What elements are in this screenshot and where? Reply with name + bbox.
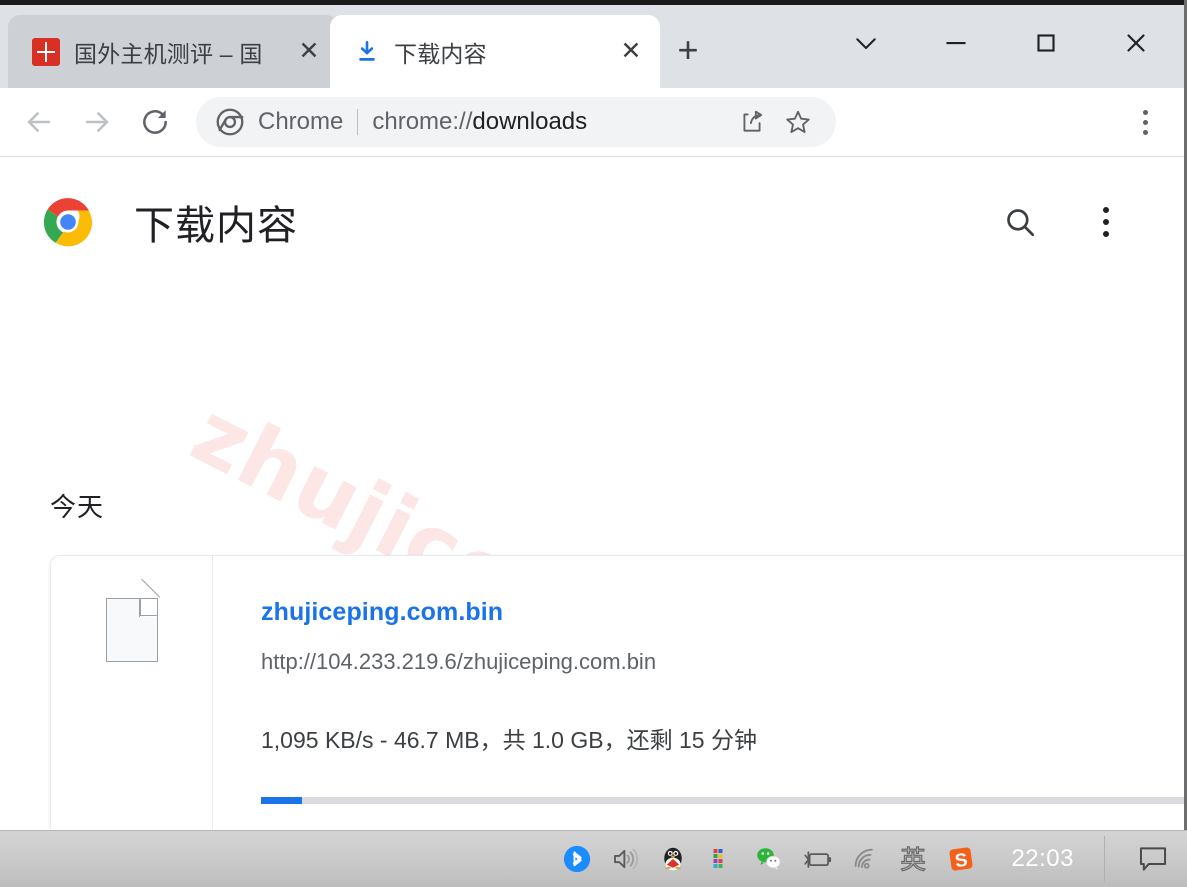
download-filename-link[interactable]: zhujiceping.com.bin <box>261 598 1184 627</box>
downloads-page: 下载内容 今天 zhujiceping.com.bin http://104.2… <box>0 157 1184 829</box>
chrome-logo <box>42 196 94 248</box>
download-progress-fill <box>261 797 302 804</box>
bluetooth-icon[interactable] <box>561 843 593 875</box>
browser-menu-button[interactable] <box>1122 99 1168 145</box>
download-progress-bar <box>261 797 1184 804</box>
close-icon[interactable] <box>1091 10 1181 76</box>
wifi-icon[interactable] <box>849 843 881 875</box>
menu-dot <box>1142 119 1148 125</box>
address-bar[interactable]: Chrome chrome://downloads <box>196 97 836 147</box>
window-controls <box>821 10 1181 76</box>
browser-window: 国外主机测评 – 国 ✕ 下载内容 ✕ + Chrome chrome://do… <box>0 0 1187 830</box>
red-seal-favicon <box>32 37 60 66</box>
tray-divider <box>1104 836 1105 882</box>
omnibox-url[interactable]: chrome://downloads <box>372 108 724 136</box>
tab-close-button[interactable]: ✕ <box>616 37 646 67</box>
windows-taskbar: 英 S 22:03 <box>0 830 1187 887</box>
tab-downloads[interactable]: 下载内容 ✕ <box>330 15 660 88</box>
page-title: 下载内容 <box>134 204 298 248</box>
download-status-text: 1,095 KB/s - 46.7 MB，共 1.0 GB，还剩 15 分钟 <box>261 727 757 753</box>
url-path: downloads <box>472 108 588 135</box>
browser-toolbar: Chrome chrome://downloads <box>0 88 1184 157</box>
volume-icon[interactable] <box>609 843 641 875</box>
reload-icon[interactable] <box>132 99 178 145</box>
url-scheme: chrome:// <box>372 108 473 135</box>
downloads-header-actions <box>1000 202 1154 242</box>
downloads-header: 下载内容 <box>0 157 1184 257</box>
ime-chinese-english-icon[interactable]: 英 <box>897 843 929 875</box>
screen: 国外主机测评 – 国 ✕ 下载内容 ✕ + Chrome chrome://do… <box>0 0 1187 887</box>
download-icon <box>354 39 380 65</box>
tab-title: 下载内容 <box>394 40 487 67</box>
date-group-label: 今天 <box>50 492 105 522</box>
downloads-menu-button[interactable] <box>1086 202 1126 242</box>
file-corner-line <box>140 578 160 598</box>
back-arrow-icon[interactable] <box>16 99 62 145</box>
system-tray: 英 S 22:03 <box>561 836 1181 882</box>
share-icon[interactable] <box>734 104 770 140</box>
star-icon[interactable] <box>780 104 816 140</box>
menu-dot <box>1142 129 1148 135</box>
tab-strip: 国外主机测评 – 国 ✕ 下载内容 ✕ + <box>0 0 1184 88</box>
notification-icon[interactable] <box>1125 836 1181 882</box>
chrome-icon <box>216 108 244 136</box>
minimize-icon[interactable] <box>911 10 1001 76</box>
menu-dot <box>1103 207 1109 213</box>
download-details: zhujiceping.com.bin http://104.233.219.6… <box>213 556 1184 829</box>
tab-close-button[interactable]: ✕ <box>294 37 324 67</box>
forward-arrow-icon[interactable] <box>74 99 120 145</box>
file-corner-fold <box>138 599 157 617</box>
taskbar-clock[interactable]: 22:03 <box>1011 845 1074 873</box>
sogou-input-icon[interactable]: S <box>945 843 977 875</box>
svg-text:S: S <box>954 849 969 872</box>
colorful-grid-icon[interactable] <box>705 843 737 875</box>
menu-dot <box>1142 109 1148 115</box>
generic-file-icon <box>105 578 160 662</box>
new-tab-button[interactable]: + <box>666 28 710 72</box>
qq-penguin-icon[interactable] <box>657 843 689 875</box>
download-file-icon-column <box>51 556 213 829</box>
tab-title: 国外主机测评 – 国 <box>74 40 263 67</box>
tab-background[interactable]: 国外主机测评 – 国 ✕ <box>8 15 338 88</box>
download-source-url: http://104.233.219.6/zhujiceping.com.bin <box>261 649 657 674</box>
maximize-icon[interactable] <box>1001 10 1091 76</box>
wechat-icon[interactable] <box>753 843 785 875</box>
menu-dot <box>1103 231 1109 237</box>
battery-icon[interactable] <box>801 843 833 875</box>
menu-dot <box>1103 219 1109 225</box>
omnibox-brand-label: Chrome <box>258 108 344 135</box>
svg-text:英: 英 <box>901 844 926 874</box>
chevron-down-icon[interactable] <box>821 10 911 76</box>
search-icon[interactable] <box>1000 202 1040 242</box>
omnibox-divider <box>357 109 359 135</box>
download-item-card[interactable]: zhujiceping.com.bin http://104.233.219.6… <box>50 555 1184 829</box>
